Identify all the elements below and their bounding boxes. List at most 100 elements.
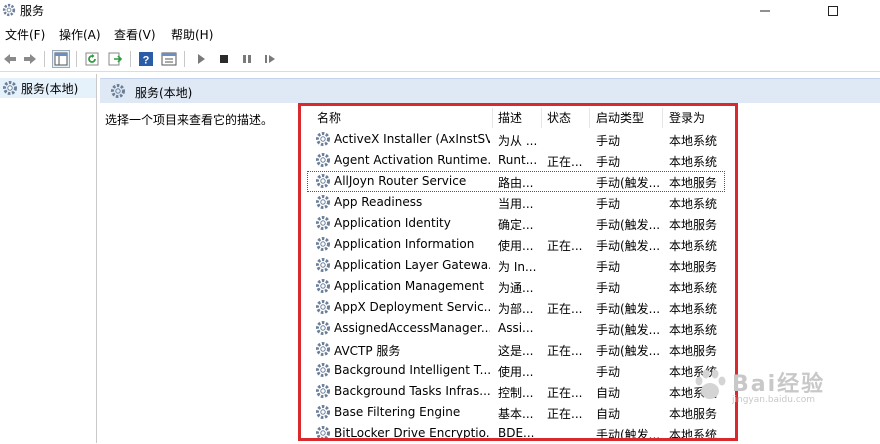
title-bar: 服务 <box>0 0 880 22</box>
tree-item-services-local[interactable]: 服务(本地) <box>0 78 96 98</box>
back-button[interactable] <box>1 50 19 68</box>
service-name: AssignedAccessManager... <box>334 321 490 335</box>
service-row[interactable]: App Readiness 当用... 手动 本地系统 <box>307 192 725 213</box>
service-status: 正在... <box>547 344 583 358</box>
service-row[interactable]: Agent Activation Runtime... Runt... 正在... 手… <box>307 150 725 171</box>
service-name: AVCTP 服务 <box>334 344 401 358</box>
service-description: 使用... <box>498 239 534 253</box>
show-console-tree-button[interactable] <box>52 50 70 68</box>
service-description: Assi... <box>498 321 534 335</box>
menu-bar: 文件(F) 操作(A) 查看(V) 帮助(H) <box>0 24 880 44</box>
services-gear-icon <box>111 84 125 98</box>
service-gear-icon <box>316 321 330 335</box>
watermark-brand: Bai经验 <box>732 372 826 397</box>
service-row[interactable]: AllJoyn Router Service 路由... 手动(触发... 本地服务 <box>307 171 725 192</box>
service-logon-as: 本地服务 <box>669 260 718 274</box>
minimize-icon <box>760 10 770 12</box>
tree-item-label: 服务(本地) <box>21 82 79 96</box>
service-description: 为 In... <box>498 260 537 274</box>
service-logon-as: 本地系统 <box>669 197 718 211</box>
help-button[interactable]: ? <box>137 50 155 68</box>
service-row[interactable]: Background Tasks Infras... 控制... 正在... 自动 本地… <box>307 381 725 402</box>
service-startup-type: 手动(触发... <box>596 428 660 442</box>
service-gear-icon <box>316 279 330 293</box>
service-gear-icon <box>316 153 330 167</box>
service-row[interactable]: Application Information 使用... 正在... 手动(触发..… <box>307 234 725 255</box>
properties-button[interactable] <box>160 50 178 68</box>
service-name: AllJoyn Router Service <box>334 174 467 188</box>
service-status: 正在... <box>547 407 583 421</box>
pause-service-button[interactable] <box>238 50 256 68</box>
properties-icon <box>161 52 177 66</box>
minimize-button[interactable] <box>742 0 788 22</box>
service-logon-as: 本地服务 <box>669 218 718 232</box>
column-header-name[interactable]: 名称 <box>317 109 341 126</box>
service-logon-as: 本地系统 <box>669 239 718 253</box>
service-name: BitLocker Drive Encryptio... <box>334 426 490 440</box>
service-row[interactable]: AssignedAccessManager... Assi... 手动(触发... 本… <box>307 318 725 339</box>
service-row[interactable]: Base Filtering Engine 基本... 正在... 自动 本地服务 <box>307 402 725 423</box>
window-title: 服务 <box>20 4 45 18</box>
service-gear-icon <box>316 426 330 440</box>
maximize-button[interactable] <box>810 0 856 22</box>
export-list-button[interactable] <box>106 50 124 68</box>
service-gear-icon <box>316 342 330 356</box>
service-row[interactable]: Background Intelligent T... 使用... 手动 本地系统 <box>307 360 725 381</box>
start-service-button[interactable] <box>192 50 210 68</box>
column-header-logon-as[interactable]: 登录为 <box>669 109 705 126</box>
menu-help[interactable]: 帮助(H) <box>171 26 213 43</box>
service-logon-as: 本地系统 <box>669 134 718 148</box>
service-row[interactable]: BitLocker Drive Encryptio... BDE... 手动(触发.… <box>307 423 725 444</box>
column-separator[interactable] <box>589 108 590 128</box>
service-startup-type: 手动(触发... <box>596 323 660 337</box>
column-separator[interactable] <box>492 108 493 128</box>
details-header-title: 服务(本地) <box>135 86 193 100</box>
service-startup-type: 手动(触发... <box>596 239 660 253</box>
column-header-startup-type[interactable]: 启动类型 <box>596 109 644 126</box>
refresh-button[interactable] <box>83 50 101 68</box>
stop-service-button[interactable] <box>215 50 233 68</box>
service-row[interactable]: ActiveX Installer (AxInstSV) 为从 ... 手动 本地系统 <box>307 129 725 150</box>
service-description: Runt... <box>498 153 538 167</box>
toolbar: ? <box>0 46 880 72</box>
column-separator[interactable] <box>541 108 542 128</box>
service-status: 正在... <box>547 386 583 400</box>
service-description: 为从 ... <box>498 134 538 148</box>
menu-action[interactable]: 操作(A) <box>59 26 101 43</box>
toolbar-separator <box>44 51 45 67</box>
watermark: Bai经验 jingyan.baidu.com <box>680 360 880 440</box>
service-name: Agent Activation Runtime... <box>334 153 490 167</box>
console-tree-icon <box>54 52 68 66</box>
service-row[interactable]: Application Management 为通... 手动 本地系统 <box>307 276 725 297</box>
service-gear-icon <box>316 300 330 314</box>
column-separator[interactable] <box>662 108 663 128</box>
stop-icon <box>220 55 228 63</box>
service-row[interactable]: AVCTP 服务 这是... 正在... 手动(触发... 本地服务 <box>307 339 725 360</box>
toolbar-separator <box>130 51 131 67</box>
forward-arrow-icon <box>24 54 36 64</box>
column-header-status[interactable]: 状态 <box>547 109 571 126</box>
service-gear-icon <box>316 237 330 251</box>
paw-logo-icon <box>695 369 726 399</box>
service-description: BDE... <box>498 426 535 440</box>
service-description: 这是... <box>498 344 534 358</box>
service-row[interactable]: AppX Deployment Servic... 为部... 正在... 手动(触发… <box>307 297 725 318</box>
toolbar-separator <box>184 51 185 67</box>
menu-file[interactable]: 文件(F) <box>5 26 45 43</box>
service-row[interactable]: Application Identity 确定... 手动(触发... 本地服务 <box>307 213 725 234</box>
service-startup-type: 手动 <box>596 155 621 169</box>
service-description: 为部... <box>498 302 534 316</box>
service-status: 正在... <box>547 239 583 253</box>
service-logon-as: 本地系统 <box>669 281 718 295</box>
column-header-description[interactable]: 描述 <box>498 109 522 126</box>
forward-button[interactable] <box>21 50 39 68</box>
menu-view[interactable]: 查看(V) <box>114 26 156 43</box>
services-gear-icon <box>2 3 16 17</box>
export-icon <box>108 52 123 66</box>
restart-service-button[interactable] <box>261 50 279 68</box>
watermark-url: jingyan.baidu.com <box>732 395 816 405</box>
service-description: 基本... <box>498 407 534 421</box>
service-gear-icon <box>316 132 330 146</box>
service-name: Application Identity <box>334 216 451 230</box>
service-row[interactable]: Application Layer Gatewa... 为 In... 手动 本地服务 <box>307 255 725 276</box>
